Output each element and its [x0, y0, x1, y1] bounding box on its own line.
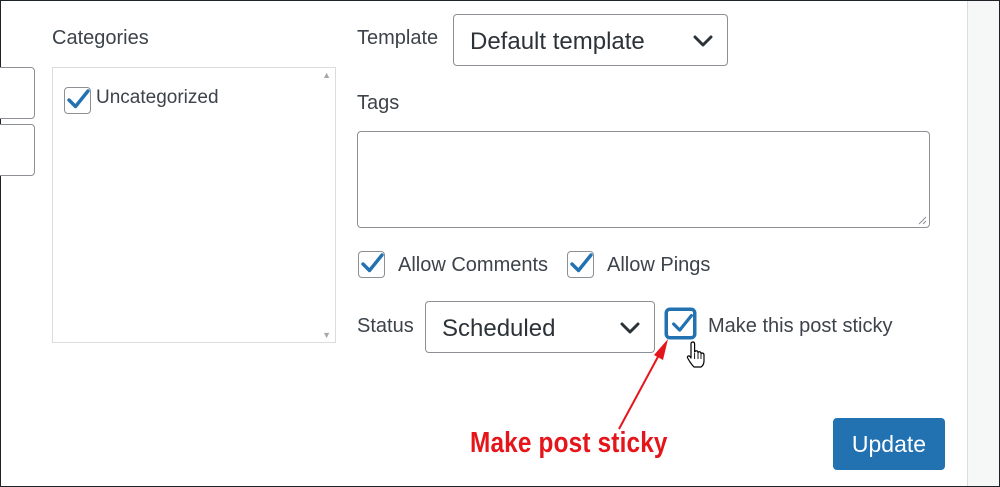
status-select-value: Scheduled — [442, 315, 556, 342]
make-sticky-checkbox[interactable] — [666, 309, 695, 338]
update-button[interactable]: Update — [833, 418, 945, 470]
checkmark-icon — [67, 89, 90, 109]
resize-grip-icon[interactable] — [918, 216, 927, 225]
category-uncategorized-label: Uncategorized — [96, 87, 219, 108]
chevron-down-icon — [620, 322, 640, 334]
category-uncategorized-checkbox[interactable] — [64, 87, 91, 114]
allow-pings-checkbox[interactable] — [567, 251, 594, 278]
status-label: Status — [357, 315, 414, 337]
chevron-down-icon — [693, 35, 713, 47]
template-label: Template — [357, 27, 439, 49]
left-field-partial[interactable] — [0, 67, 35, 119]
allow-pings-label: Allow Pings — [607, 254, 711, 276]
annotation-arrow — [618, 339, 668, 430]
template-select-value: Default template — [470, 28, 645, 55]
template-select[interactable]: Default template — [453, 14, 728, 66]
right-margin — [968, 1, 999, 486]
allow-comments-label: Allow Comments — [398, 254, 549, 276]
make-sticky-label: Make this post sticky — [708, 315, 893, 337]
allow-comments-checkbox[interactable] — [358, 251, 385, 278]
annotation-label: Make post sticky — [470, 427, 668, 459]
tags-label: Tags — [357, 92, 400, 114]
tags-textarea[interactable] — [357, 131, 930, 228]
checkmark-icon — [672, 314, 693, 332]
checkmark-icon — [570, 253, 593, 273]
left-field-partial[interactable] — [0, 124, 35, 176]
checkmark-icon — [361, 253, 384, 273]
scroll-up-arrow[interactable]: ▲ — [322, 70, 331, 80]
hand-pointer-cursor-icon — [686, 341, 705, 368]
categories-heading: Categories — [52, 27, 149, 49]
scroll-down-arrow[interactable]: ▼ — [322, 330, 331, 340]
